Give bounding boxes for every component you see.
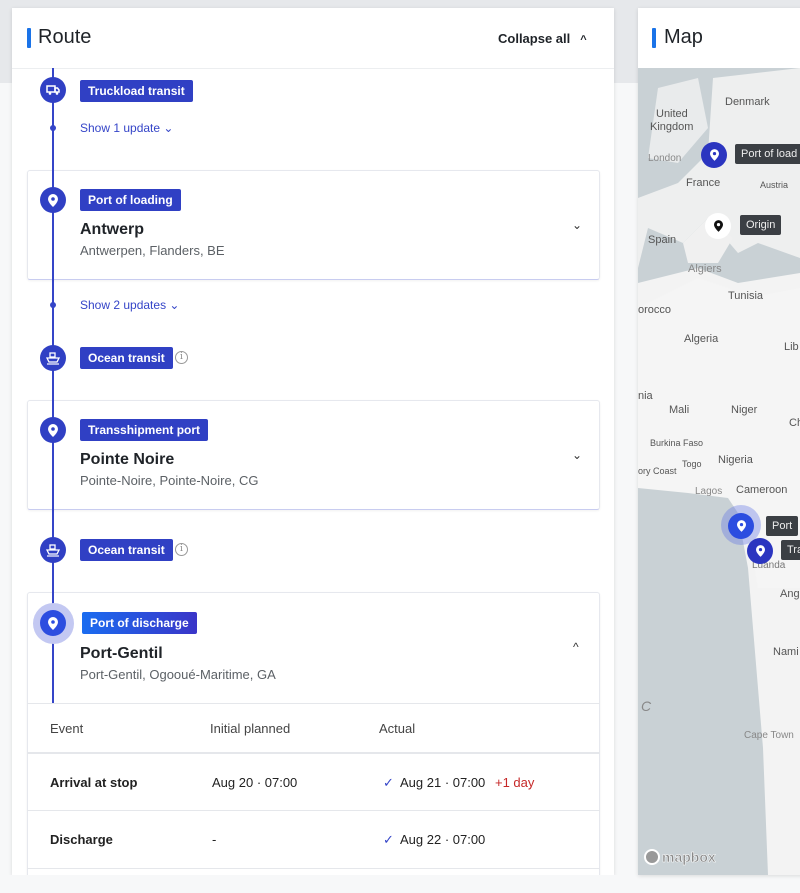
planned-time: - [212,832,217,847]
map-label: Nigeria [718,454,753,466]
event-name: Arrival at stop [50,775,138,790]
stop-name: Pointe Noire [80,451,175,468]
map-label: orocco [638,304,672,316]
map-title: Map [664,26,703,48]
mapbox-attribution[interactable]: mapbox [644,849,716,865]
map-label: Niger [731,404,758,416]
map-label: Ch [789,417,800,429]
marker-label: Origin [740,215,782,235]
map-label: United [656,108,688,120]
update-dot [50,302,56,308]
chevron-up-icon[interactable]: ^ [573,640,579,654]
mapbox-label: mapbox [662,849,716,866]
collapse-all-button[interactable]: Collapse all ^ [498,31,587,46]
ship-icon [40,537,66,563]
location-pin-icon [40,610,66,636]
truck-icon [40,77,66,103]
route-title: Route [38,26,92,48]
map-label: Cameroon [736,484,788,496]
stop-tag: Port of discharge [82,612,197,634]
chevron-down-icon: ⌄ [169,298,180,312]
map-label: Tunisia [728,290,764,302]
map-label: Algeria [684,333,719,345]
stop-tag: Port of loading [80,189,181,211]
chevron-down-icon: ⌄ [163,121,174,135]
update-dot [50,125,56,131]
mapbox-logo-icon [644,849,660,865]
map-canvas[interactable]: Denmark United Kingdom London France Aus… [638,68,800,875]
map-label: Denmark [725,96,770,108]
collapse-all-label: Collapse all [498,31,571,46]
show-updates-label: Show 2 updates [80,298,167,312]
stop-tag: Transshipment port [80,419,209,441]
map-label: Lib [784,341,799,353]
leg-tag: Truckload transit [80,80,193,102]
delay-badge: +1 day [495,775,535,790]
map-marker-pin-icon[interactable] [701,142,727,168]
location-pin-icon [40,417,66,443]
col-planned: Initial planned [210,721,291,736]
leg-tag: Ocean transit [80,539,173,561]
map-label: Mali [669,404,690,416]
heading-accent-bar [652,28,656,48]
col-event: Event [50,721,84,736]
map-label: Ang [780,588,800,600]
stop-name: Port-Gentil [80,645,163,662]
show-updates-button[interactable]: Show 2 updates ⌄ [80,298,179,312]
marker-label: Port [766,516,799,536]
marker-label: Tra [781,540,800,560]
leg-tag: Ocean transit [80,347,173,369]
map-label: Togo [682,459,702,469]
map-marker-pin-icon[interactable] [728,513,754,539]
map-label: Cape Town [744,730,794,741]
map-label: London [648,153,682,164]
event-name: Discharge [50,832,113,847]
chevron-down-icon[interactable]: ⌄ [572,448,582,462]
chevron-up-icon: ^ [580,34,587,46]
show-updates-label: Show 1 update [80,121,161,135]
map-label: Lagos [695,486,723,497]
check-icon: ✓ [383,775,394,790]
info-icon[interactable]: i [175,543,188,556]
col-actual: Actual [379,721,416,736]
actual-time: Aug 22 · 07:00 [400,832,486,847]
map-label: Burkina Faso [650,438,704,448]
map-marker-pin-icon[interactable] [747,538,773,564]
info-icon[interactable]: i [175,351,188,364]
stop-card-expanded[interactable] [27,592,600,892]
show-updates-button[interactable]: Show 1 update ⌄ [80,121,173,135]
map-label: nia [638,390,653,402]
chevron-down-icon[interactable]: ⌄ [572,218,582,232]
map-marker-origin-icon[interactable] [705,213,731,239]
check-icon: ✓ [383,832,394,847]
stop-location: Port-Gentil, Ogooué-Maritime, GA [80,667,276,682]
map-label: Nami [773,646,799,658]
map-label: Austria [760,180,789,190]
stop-location: Pointe-Noire, Pointe-Noire, CG [80,473,259,488]
map-label: C [641,698,652,714]
location-pin-icon [40,187,66,213]
actual-time: Aug 21 · 07:00 [400,775,486,790]
map-label: ory Coast [638,466,677,476]
stop-name: Antwerp [80,221,144,238]
map-label: Algiers [688,263,722,275]
map-label: Spain [648,234,677,246]
planned-time: Aug 20 · 07:00 [212,775,298,790]
map-label: France [686,177,721,189]
stop-location: Antwerpen, Flanders, BE [80,243,225,258]
heading-accent-bar [27,28,31,48]
ship-icon [40,345,66,371]
marker-label: Port of load [735,144,800,164]
map-label: Kingdom [650,121,694,133]
